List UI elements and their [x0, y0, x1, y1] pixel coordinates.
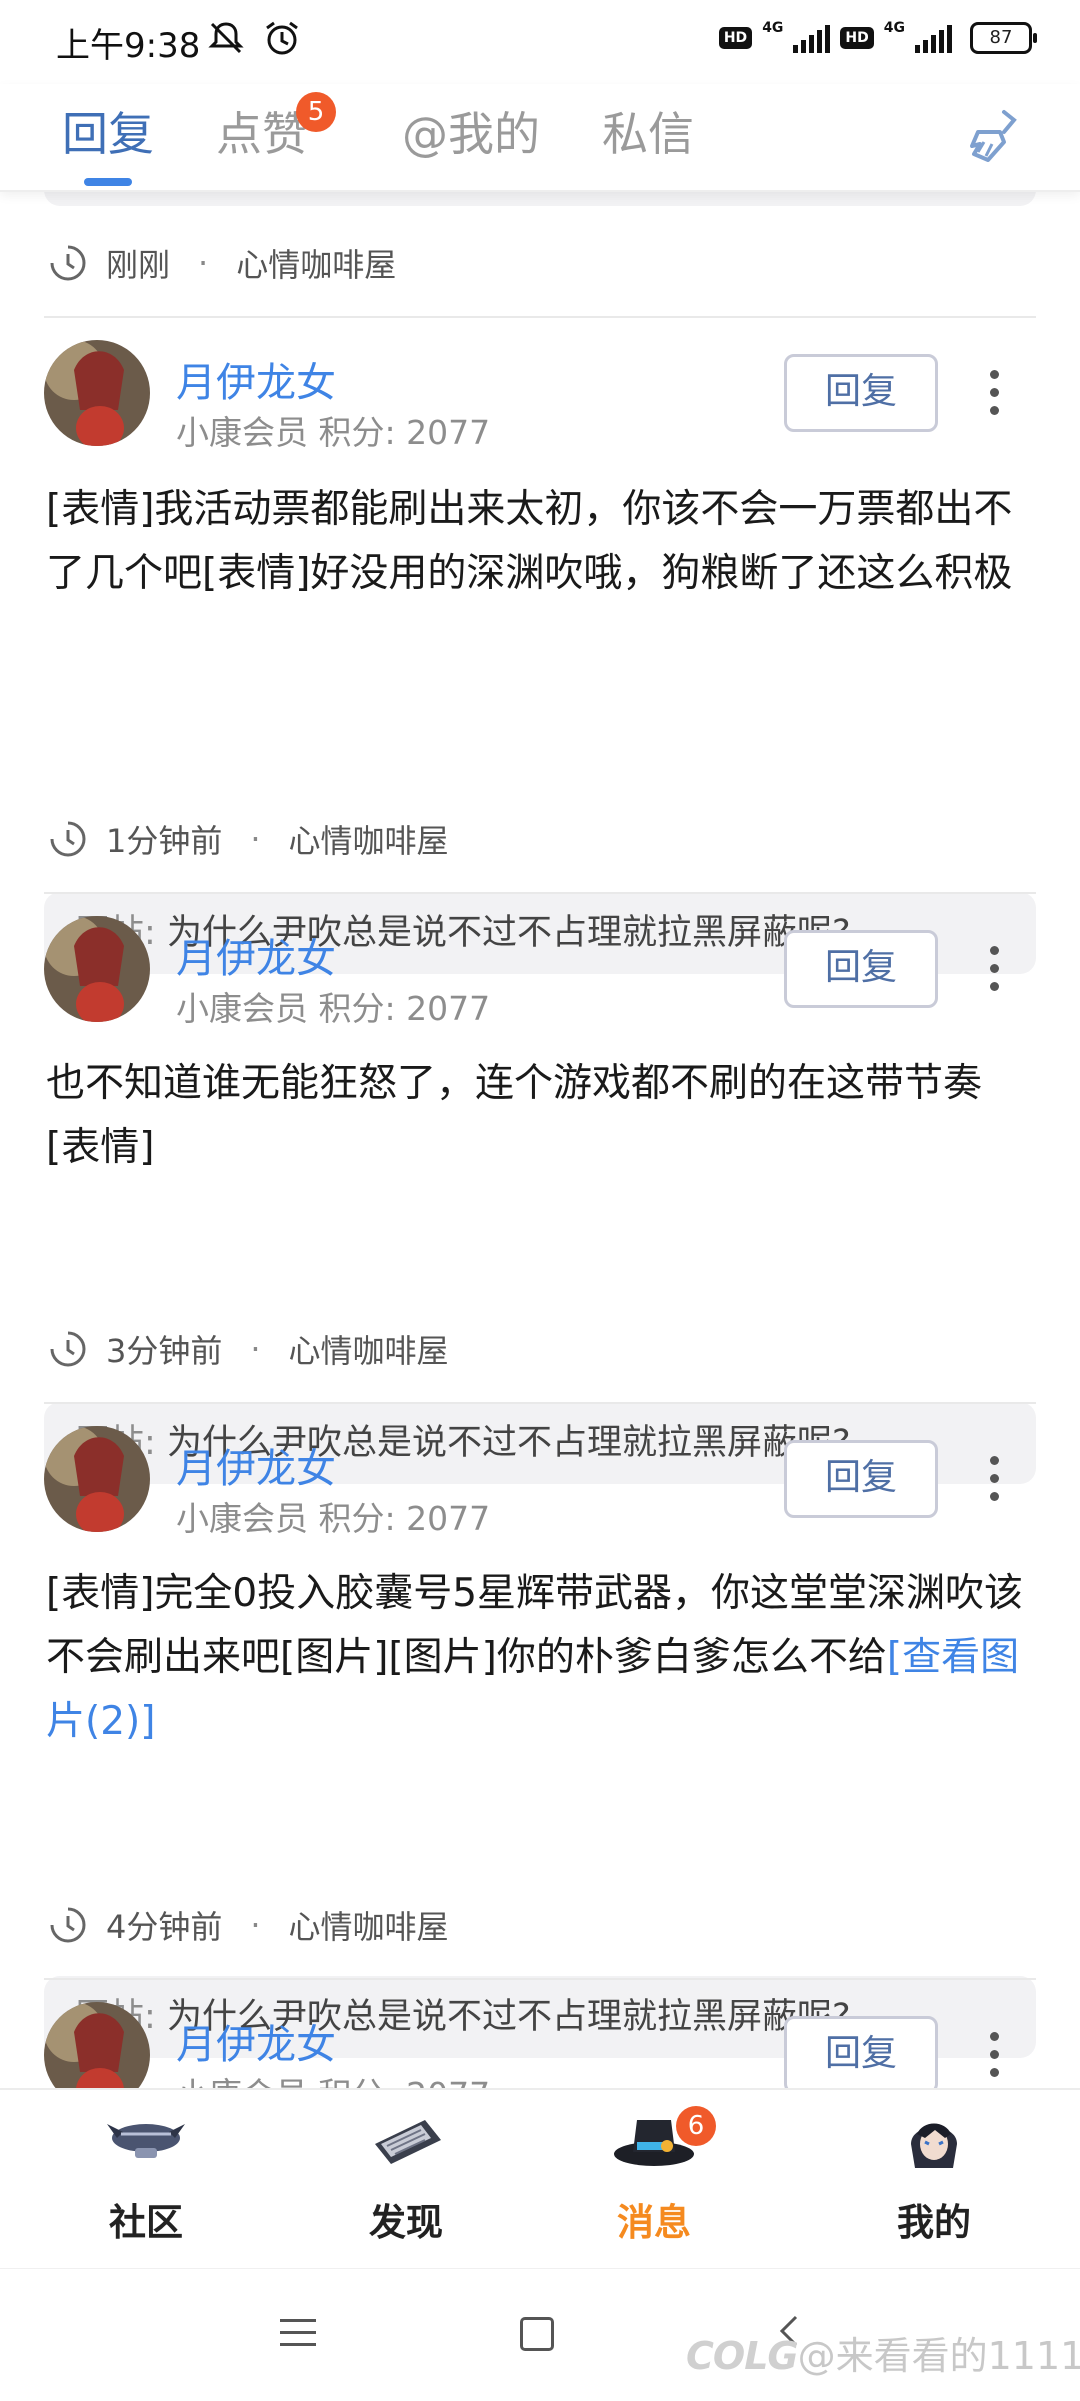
- avatar-image: [44, 1426, 150, 1532]
- clock-icon: [50, 821, 86, 857]
- mute-icon: [208, 22, 244, 54]
- more-options-icon[interactable]: [990, 946, 1004, 1000]
- bottom-navigation: 社区 发现 6 消息 我的: [0, 2088, 1080, 2270]
- nav-me[interactable]: 我的: [854, 2104, 1014, 2246]
- avatar[interactable]: [44, 340, 150, 446]
- forum-name[interactable]: 心情咖啡屋: [236, 240, 396, 286]
- profile-avatar-icon: [911, 2123, 957, 2168]
- user-rank-points: 小康会员 积分: 2077: [176, 2068, 490, 2088]
- more-options-icon[interactable]: [990, 370, 1004, 424]
- clear-broom-icon[interactable]: [964, 106, 1024, 166]
- more-options-icon[interactable]: [990, 2032, 1004, 2086]
- home-icon[interactable]: [520, 2317, 554, 2351]
- meta-separator: ·: [198, 244, 209, 282]
- nav-label: 社区: [109, 2201, 183, 2244]
- menu-icon[interactable]: [280, 2319, 316, 2355]
- post-time: 刚刚: [106, 246, 171, 284]
- user-rank-points: 小康会员 积分: 2077: [176, 1499, 491, 1538]
- meta-separator: ·: [250, 820, 261, 858]
- username[interactable]: 月伊龙女: [176, 1436, 336, 1494]
- reply-button[interactable]: 回复: [784, 930, 938, 1008]
- signal-icon: [793, 23, 831, 53]
- alarm-icon: [266, 21, 298, 55]
- nav-label: 发现: [369, 2201, 443, 2244]
- signal-icon-2: [915, 23, 952, 53]
- username[interactable]: 月伊龙女: [176, 926, 336, 984]
- hd-indicator-2: HD: [840, 27, 874, 49]
- more-options-icon[interactable]: [990, 1456, 1004, 1510]
- divider: [44, 316, 1036, 318]
- hd-indicator: HD: [718, 27, 753, 49]
- post-meta: 3分钟前 · 心情咖啡屋: [48, 1326, 449, 1372]
- system-navigation-bar: COLG@来看看的1111: [0, 2268, 1080, 2401]
- post-meta: 4分钟前 · 心情咖啡屋: [48, 1902, 449, 1948]
- post-time: 3分钟前: [106, 1332, 223, 1370]
- previous-quote-card: [44, 190, 1036, 206]
- keyboard-icon: [375, 2120, 441, 2164]
- reply-button[interactable]: 回复: [784, 354, 938, 432]
- avatar-image: [44, 340, 150, 446]
- reply-text: [表情]完全0投入胶囊号5星辉带武器，你这堂堂深渊吹该不会刷出来吧[图片][图片…: [46, 1571, 1024, 1680]
- nav-label: 我的: [897, 2201, 971, 2244]
- messages-badge: 6: [676, 2106, 716, 2146]
- post-time: 4分钟前: [106, 1908, 223, 1946]
- watermark-brand: COLG: [686, 2334, 799, 2378]
- watermark-text: @来看看的1111: [797, 2334, 1080, 2378]
- tab-mentions[interactable]: @我的: [402, 98, 540, 164]
- watermark: COLG@来看看的1111: [686, 2325, 1080, 2380]
- tab-likes[interactable]: 点赞: [216, 98, 308, 164]
- clock-icon: [50, 1907, 86, 1943]
- nav-label: 消息: [617, 2201, 691, 2244]
- clock-time: 上午9:38: [56, 26, 201, 66]
- user-rank-points: 小康会员 积分: 2077: [176, 989, 491, 1028]
- nav-discover[interactable]: 发现: [326, 2104, 486, 2246]
- forum-name[interactable]: 心情咖啡屋: [289, 1902, 449, 1948]
- username[interactable]: 月伊龙女: [176, 2012, 336, 2070]
- clock-icon: [50, 1331, 86, 1367]
- reply-button[interactable]: 回复: [784, 1440, 938, 1518]
- divider: [44, 1402, 1036, 1404]
- active-tab-indicator: [84, 178, 132, 186]
- meta-separator: ·: [250, 1906, 261, 1944]
- battery-icon: 87: [970, 22, 1037, 54]
- status-bar: 上午9:38 HD 4G HD 4G 87: [0, 0, 1080, 84]
- tab-reply[interactable]: 回复: [62, 98, 154, 164]
- tab-private-messages[interactable]: 私信: [602, 98, 694, 164]
- avatar[interactable]: [44, 1426, 150, 1532]
- forum-name[interactable]: 心情咖啡屋: [289, 816, 449, 862]
- reply-content: 也不知道谁无能狂怒了，连个游戏都不刷的在这带节奏[表情]: [46, 1061, 983, 1170]
- user-rank-points: 小康会员 积分: 2077: [176, 413, 491, 452]
- clock-icon: [50, 245, 86, 281]
- likes-badge: 5: [296, 92, 336, 132]
- network-type: 4G: [762, 20, 784, 36]
- divider: [44, 892, 1036, 894]
- username[interactable]: 月伊龙女: [176, 350, 336, 408]
- post-meta: 1分钟前 · 心情咖啡屋: [48, 816, 449, 862]
- nav-community[interactable]: 社区: [66, 2104, 226, 2246]
- post-meta: 刚刚 · 心情咖啡屋: [48, 240, 396, 286]
- divider: [44, 1978, 1036, 1980]
- reply-feed[interactable]: 刚刚 · 心情咖啡屋 月伊龙女 小康会员 积分: 2077 回复 [表情]我活动…: [0, 190, 1080, 2088]
- airship-icon: [107, 2124, 185, 2158]
- forum-name[interactable]: 心情咖啡屋: [289, 1326, 449, 1372]
- meta-separator: ·: [250, 1330, 261, 1368]
- reply-content: [表情]我活动票都能刷出来太初，你该不会一万票都出不了几个吧[表情]好没用的深渊…: [46, 487, 1013, 596]
- avatar-image: [44, 916, 150, 1022]
- nav-messages[interactable]: 6 消息: [574, 2104, 734, 2246]
- message-tabs: 回复 点赞 5 @我的 私信: [0, 84, 1080, 192]
- network-type-2: 4G: [883, 20, 905, 36]
- reply-button[interactable]: 回复: [784, 2016, 938, 2088]
- avatar[interactable]: [44, 916, 150, 1022]
- reply-content: [表情]完全0投入胶囊号5星辉带武器，你这堂堂深渊吹该不会刷出来吧[图片][图片…: [46, 1562, 1036, 1754]
- post-time: 1分钟前: [106, 822, 223, 860]
